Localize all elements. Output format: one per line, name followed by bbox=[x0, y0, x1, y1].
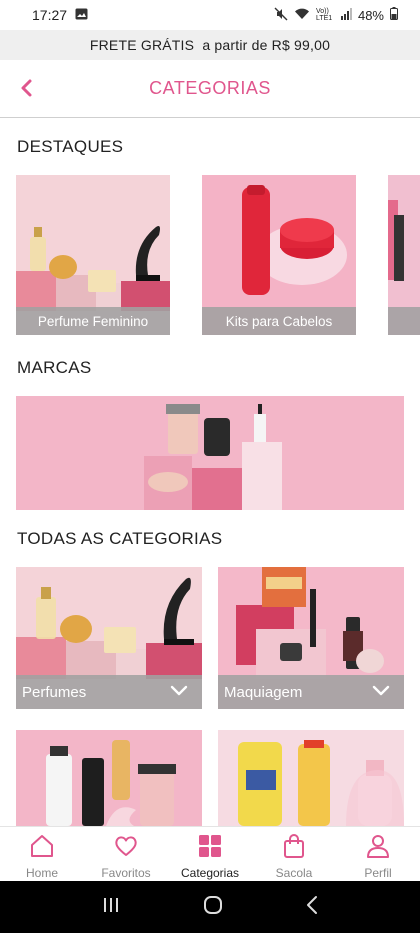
card-label: Perfume Feminino bbox=[37, 313, 149, 329]
marcas-banner-image bbox=[16, 396, 404, 510]
gallery-icon bbox=[75, 7, 88, 23]
network-label: Vo)) LTE1 bbox=[315, 8, 333, 22]
home-icon bbox=[29, 833, 55, 866]
destaque-card-partial[interactable] bbox=[388, 175, 420, 335]
home-button-icon[interactable] bbox=[203, 895, 223, 920]
user-icon bbox=[365, 833, 391, 866]
chevron-down-icon[interactable] bbox=[372, 684, 390, 701]
card-label: Maquiagem bbox=[224, 683, 303, 701]
grid-icon bbox=[197, 833, 223, 866]
nav-label-home: Home bbox=[25, 866, 58, 880]
heart-icon bbox=[113, 833, 139, 866]
nav-item-favoritos[interactable]: Favoritos bbox=[84, 827, 168, 881]
nav-label-favoritos: Favoritos bbox=[101, 866, 151, 880]
status-bar: 17:27 Vo)) LTE1 48% bbox=[0, 0, 420, 30]
page-title: CATEGORIAS bbox=[149, 78, 271, 98]
wifi-icon bbox=[294, 8, 310, 23]
promo-text: FRETE GRÁTIS a partir de R$ 99,00 bbox=[89, 37, 331, 53]
section-title-destaques: DESTAQUES bbox=[17, 137, 124, 156]
system-navigation-bar bbox=[0, 881, 420, 933]
signal-icon bbox=[340, 7, 352, 23]
recent-apps-icon[interactable] bbox=[101, 896, 121, 919]
card-caption: Kits para Cabelos bbox=[202, 307, 356, 335]
card-caption: Perfumes bbox=[16, 675, 202, 709]
destaque-card-kits-cabelos[interactable]: Kits para Cabelos bbox=[202, 175, 356, 335]
battery-text: 48% bbox=[357, 7, 384, 23]
back-chevron-icon[interactable] bbox=[16, 76, 40, 100]
card-label: Kits para Cabelos bbox=[225, 313, 333, 329]
card-caption: Maquiagem bbox=[218, 675, 404, 709]
category-card-maquiagem[interactable]: Maquiagem bbox=[218, 567, 404, 709]
category-card-cabelos[interactable] bbox=[16, 730, 202, 826]
nav-item-categorias[interactable]: Categorias bbox=[168, 827, 252, 881]
category-card-corpo[interactable] bbox=[218, 730, 404, 826]
bag-icon bbox=[281, 833, 307, 866]
card-caption bbox=[388, 307, 420, 335]
card-caption: Perfume Feminino bbox=[16, 307, 170, 335]
back-icon[interactable] bbox=[305, 895, 319, 920]
battery-icon bbox=[390, 7, 398, 23]
nav-label-sacola: Sacola bbox=[275, 866, 313, 880]
section-title-todas-categorias: TODAS AS CATEGORIAS bbox=[17, 529, 223, 548]
nav-item-home[interactable]: Home bbox=[0, 827, 84, 881]
nav-item-sacola[interactable]: Sacola bbox=[252, 827, 336, 881]
nav-label-perfil: Perfil bbox=[364, 866, 392, 880]
category-card-perfumes[interactable]: Perfumes bbox=[16, 567, 202, 709]
destaque-card-perfume-feminino[interactable]: Perfume Feminino bbox=[16, 175, 170, 335]
cabelos-image bbox=[16, 730, 202, 826]
nav-item-perfil[interactable]: Perfil bbox=[336, 827, 420, 881]
chevron-down-icon[interactable] bbox=[170, 684, 188, 701]
mute-icon bbox=[274, 7, 288, 24]
nav-label-categorias: Categorias bbox=[180, 866, 240, 880]
promo-banner: FRETE GRÁTIS a partir de R$ 99,00 bbox=[0, 30, 420, 60]
marcas-banner[interactable] bbox=[16, 396, 404, 510]
app-header: CATEGORIAS bbox=[0, 60, 420, 118]
corpo-image bbox=[218, 730, 404, 826]
status-time: 17:27 bbox=[32, 7, 68, 23]
bottom-navigation: Home Favoritos Categorias Sacola Perfil bbox=[0, 826, 420, 881]
card-label: Perfumes bbox=[22, 683, 87, 701]
section-title-marcas: MARCAS bbox=[17, 358, 92, 377]
